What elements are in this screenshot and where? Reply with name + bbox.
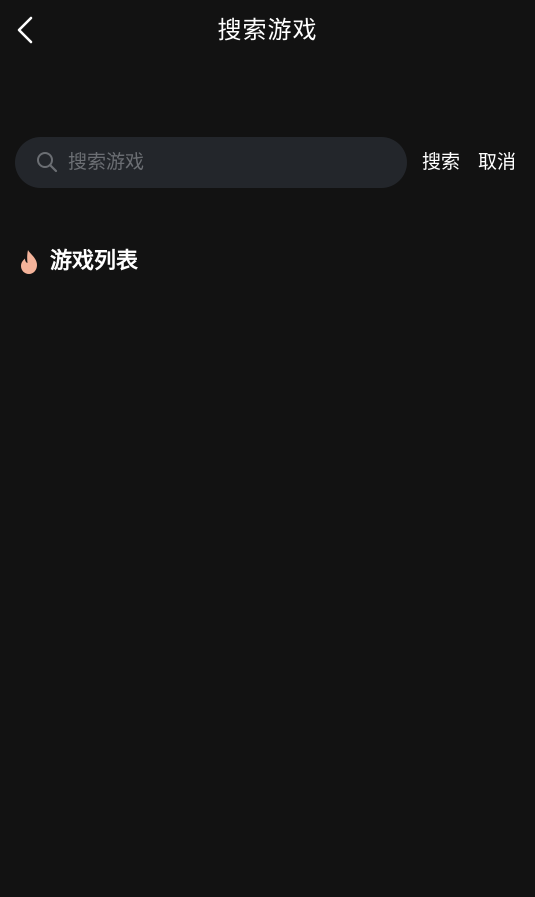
section-header-game-list: 游戏列表 <box>18 246 138 278</box>
flame-icon <box>18 249 40 275</box>
search-box[interactable] <box>15 137 407 188</box>
search-input[interactable] <box>68 145 388 179</box>
search-game-screen: 搜索游戏 搜索 取消 游戏列表 <box>0 0 535 897</box>
game-list <box>0 290 535 890</box>
cancel-button[interactable]: 取消 <box>478 149 516 175</box>
search-row: 搜索 取消 <box>15 137 520 188</box>
page-title: 搜索游戏 <box>217 16 318 44</box>
search-icon <box>36 151 58 173</box>
section-title: 游戏列表 <box>50 249 139 274</box>
search-button[interactable]: 搜索 <box>422 149 460 175</box>
header-bar: 搜索游戏 <box>0 0 535 60</box>
